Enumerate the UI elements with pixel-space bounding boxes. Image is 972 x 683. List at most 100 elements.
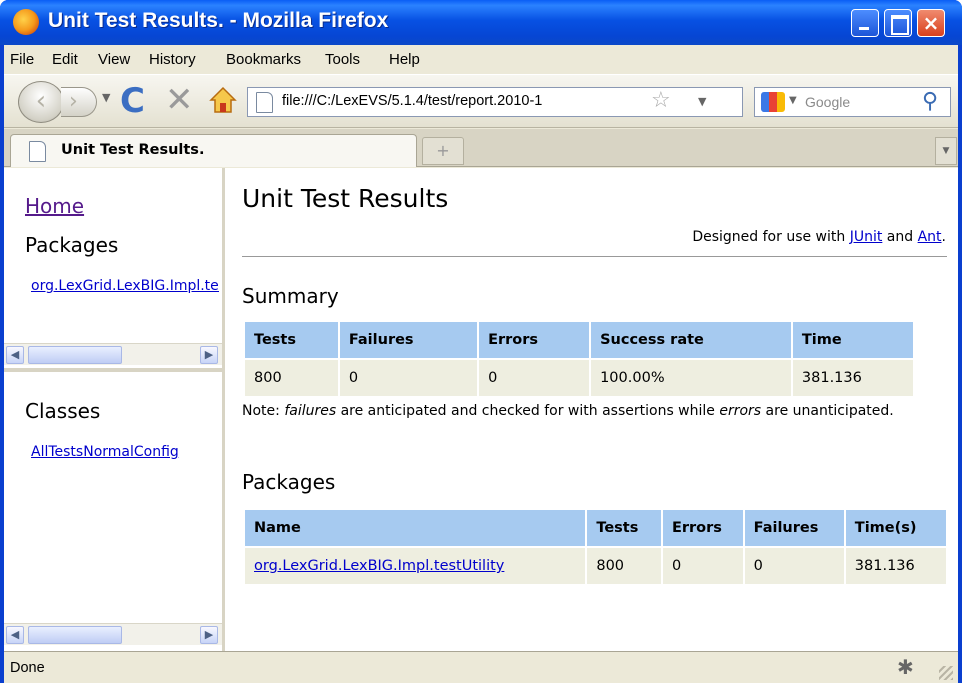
failures-note: Note: failures are anticipated and check…	[242, 402, 907, 421]
scroll-right-icon[interactable]: ▶	[200, 346, 218, 364]
cell-errors: 0	[662, 548, 743, 584]
maximize-button[interactable]	[884, 9, 912, 37]
search-bar[interactable]: ▼ Google ⚲	[754, 87, 951, 117]
packages-frame-scrollbar[interactable]: ◀ ▶	[4, 343, 222, 365]
ant-link[interactable]: Ant	[918, 229, 942, 245]
col-success-rate: Success rate	[591, 322, 791, 358]
search-icon[interactable]: ⚲	[922, 89, 938, 114]
col-failures: Failures	[339, 322, 478, 358]
package-link[interactable]: org.LexGrid.LexBIG.Impl.testUtility	[31, 278, 219, 294]
tab-bar: Unit Test Results. + ▼	[4, 129, 958, 167]
designed-suffix: .	[941, 229, 946, 245]
scroll-left-icon[interactable]: ◀	[6, 346, 24, 364]
status-activity-icon: ✱	[897, 655, 914, 679]
stop-icon[interactable]: ✕	[165, 80, 194, 120]
cell-name: org.LexGrid.LexBIG.Impl.testUtility	[245, 548, 586, 584]
menu-help[interactable]: Help	[389, 51, 420, 68]
history-dropdown-icon[interactable]: ▼	[102, 91, 110, 104]
close-icon: ×	[922, 11, 940, 35]
cell-time: 381.136	[792, 360, 913, 396]
junit-link[interactable]: JUnit	[850, 229, 883, 245]
cell-errors: 0	[479, 360, 590, 396]
col-errors: Errors	[662, 510, 743, 546]
cell-tests: 800	[587, 548, 661, 584]
tab-label: Unit Test Results.	[61, 142, 205, 158]
packages-heading: Packages	[25, 233, 119, 257]
resize-grip-icon[interactable]	[939, 666, 953, 680]
menu-bar: File Edit View History Bookmarks Tools H…	[4, 45, 958, 74]
reload-icon[interactable]: C	[120, 81, 145, 121]
frame-splitter[interactable]	[4, 368, 222, 372]
classes-frame-scrollbar[interactable]: ◀ ▶	[4, 623, 222, 645]
package-name-link[interactable]: org.LexGrid.LexBIG.Impl.testUtility	[254, 558, 504, 574]
navigation-toolbar: ‹ › ▼ C ✕ file:///C:/LexEVS/5.1.4/test/r…	[4, 74, 958, 128]
status-bar: Done ✱	[4, 651, 958, 683]
url-dropdown-icon[interactable]: ▼	[698, 95, 706, 108]
summary-table: Tests Failures Errors Success rate Time …	[243, 320, 915, 398]
firefox-logo-icon	[13, 9, 39, 35]
forward-button[interactable]: ›	[61, 87, 97, 117]
note-part-1: Note:	[242, 403, 285, 419]
scroll-right-icon[interactable]: ▶	[200, 626, 218, 644]
home-link[interactable]: Home	[25, 194, 84, 218]
classes-heading: Classes	[25, 399, 101, 423]
scroll-thumb[interactable]	[28, 346, 122, 364]
menu-tools[interactable]: Tools	[325, 51, 360, 68]
tab-unit-test-results[interactable]: Unit Test Results.	[10, 134, 417, 167]
note-part-2: are anticipated and checked for with ass…	[336, 403, 720, 419]
designed-prefix: Designed for use with	[692, 229, 850, 245]
col-failures: Failures	[744, 510, 844, 546]
cell-success-rate: 100.00%	[591, 360, 791, 396]
left-frame: Home Packages org.LexGrid.LexBIG.Impl.te…	[4, 168, 225, 651]
back-button[interactable]: ‹	[18, 81, 64, 123]
menu-view[interactable]: View	[98, 51, 130, 68]
menu-history[interactable]: History	[149, 51, 196, 68]
tab-list-dropdown[interactable]: ▼	[935, 137, 957, 165]
note-errors: errors	[719, 403, 762, 419]
note-part-3: are unanticipated.	[761, 403, 894, 419]
title-bar: Unit Test Results. - Mozilla Firefox ×	[0, 0, 962, 45]
col-time: Time	[792, 322, 913, 358]
col-tests: Tests	[245, 322, 338, 358]
close-window-button[interactable]: ×	[917, 9, 945, 37]
note-failures: failures	[284, 403, 337, 419]
cell-failures: 0	[744, 548, 844, 584]
scroll-thumb[interactable]	[28, 626, 122, 644]
scroll-left-icon[interactable]: ◀	[6, 626, 24, 644]
col-errors: Errors	[479, 322, 590, 358]
status-text: Done	[10, 660, 45, 676]
designed-for-note: Designed for use with JUnit and Ant.	[692, 229, 946, 245]
table-row: 800 0 0 100.00% 381.136	[245, 360, 913, 396]
packages-table: Name Tests Errors Failures Time(s) org.L…	[243, 508, 948, 586]
table-header-row: Tests Failures Errors Success rate Time	[245, 322, 913, 358]
packages-heading: Packages	[242, 470, 336, 494]
col-name: Name	[245, 510, 586, 546]
address-bar[interactable]: file:///C:/LexEVS/5.1.4/test/report.2010…	[247, 87, 743, 117]
summary-heading: Summary	[242, 284, 339, 308]
page-content: Home Packages org.LexGrid.LexBIG.Impl.te…	[4, 168, 958, 651]
page-icon	[256, 92, 273, 113]
minimize-button[interactable]	[851, 9, 879, 37]
table-row: org.LexGrid.LexBIG.Impl.testUtility 800 …	[245, 548, 946, 584]
menu-file[interactable]: File	[10, 51, 34, 68]
search-input[interactable]: Google	[805, 94, 850, 110]
back-arrow-icon: ‹	[35, 86, 47, 116]
page-title: Unit Test Results	[242, 184, 449, 213]
class-link[interactable]: AllTestsNormalConfig	[31, 444, 219, 460]
menu-bookmarks[interactable]: Bookmarks	[226, 51, 301, 68]
cell-tests: 800	[245, 360, 338, 396]
home-icon[interactable]	[209, 85, 237, 115]
cell-time: 381.136	[845, 548, 946, 584]
bookmark-star-icon[interactable]: ☆	[651, 88, 671, 113]
window-title: Unit Test Results. - Mozilla Firefox	[48, 9, 389, 32]
engine-dropdown-icon[interactable]: ▼	[789, 95, 797, 106]
google-engine-icon[interactable]	[761, 92, 785, 112]
menu-edit[interactable]: Edit	[52, 51, 78, 68]
new-tab-button[interactable]: +	[422, 137, 464, 165]
designed-mid: and	[882, 229, 918, 245]
page-icon	[29, 141, 46, 162]
browser-client: File Edit View History Bookmarks Tools H…	[4, 45, 958, 683]
url-input[interactable]: file:///C:/LexEVS/5.1.4/test/report.2010…	[282, 93, 646, 109]
col-tests: Tests	[587, 510, 661, 546]
divider	[242, 256, 947, 257]
